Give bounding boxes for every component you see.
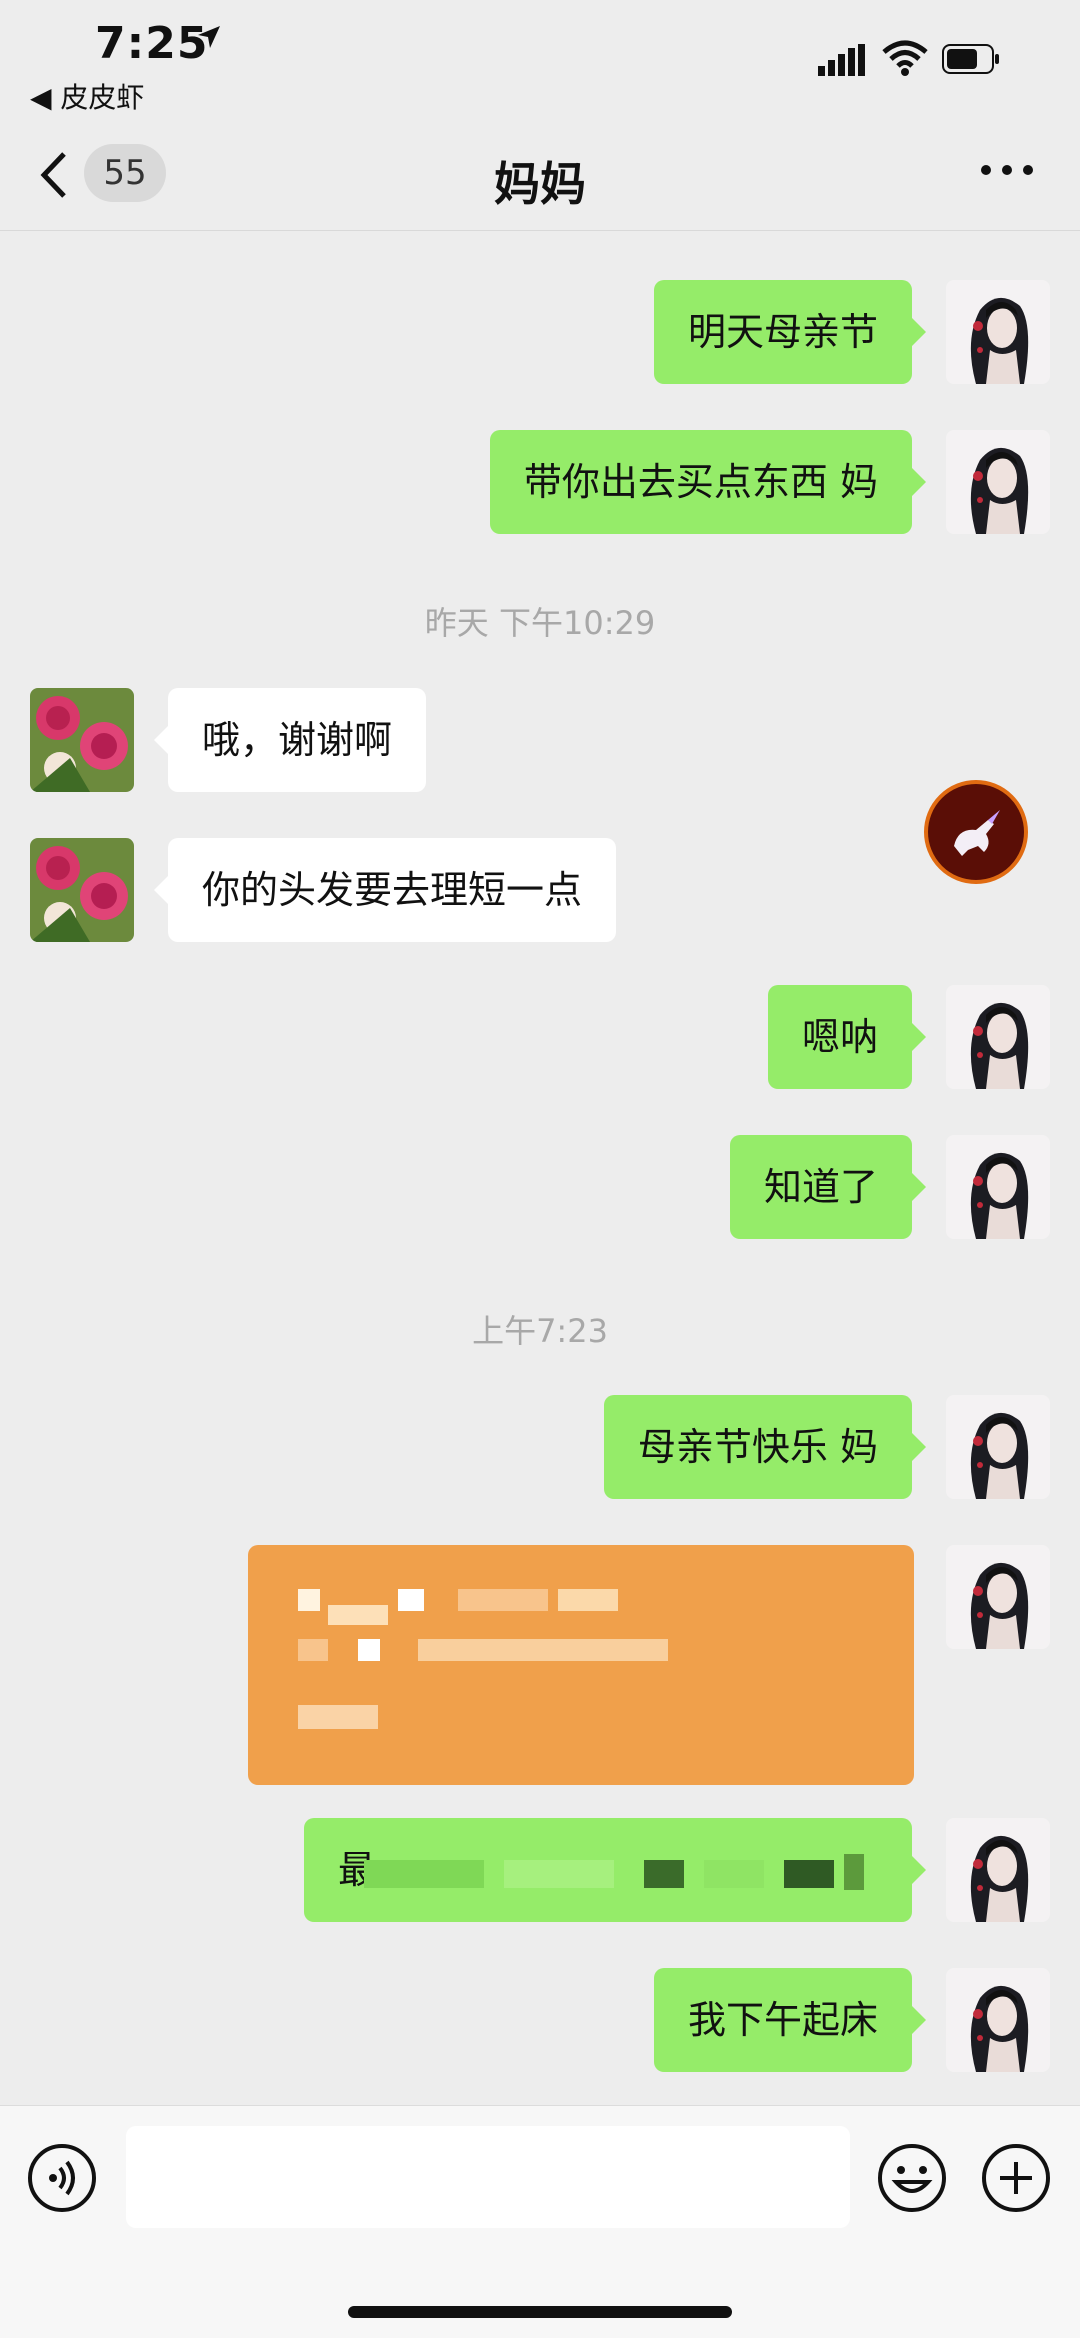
chat-input-bar — [0, 2105, 1080, 2338]
message-bubble-sent[interactable]: 带你出去买点东西 妈 — [489, 430, 927, 534]
location-arrow-icon — [198, 26, 220, 48]
message-bubble-sent[interactable]: 母亲节快乐 妈 — [603, 1395, 927, 1499]
message-bubble-sent[interactable]: 最 — [304, 1818, 926, 1922]
voice-icon[interactable] — [26, 2142, 98, 2214]
my-avatar[interactable] — [946, 280, 1050, 384]
my-avatar[interactable] — [946, 1968, 1050, 2072]
status-time: 7:25 — [95, 18, 209, 69]
status-bar: 7:25 ◀ 皮皮虾 — [0, 0, 1080, 114]
chat-timestamp: 上午7:23 — [472, 1312, 608, 1350]
wifi-icon — [882, 40, 928, 76]
home-indicator — [348, 2306, 732, 2318]
battery-icon — [942, 44, 999, 74]
unicorn-badge-icon[interactable] — [924, 780, 1028, 884]
chat-header: 55 妈妈 — [0, 110, 1080, 231]
message-input[interactable] — [126, 2126, 850, 2228]
message-bubble-sent[interactable]: 嗯呐 — [767, 985, 927, 1089]
message-bubble-sent[interactable]: 明天母亲节 — [653, 280, 927, 384]
my-avatar[interactable] — [946, 1395, 1050, 1499]
chat-timestamp: 昨天 下午10:29 — [424, 604, 656, 642]
message-bubble-sent[interactable]: 我下午起床 — [653, 1968, 927, 2072]
message-bubble-sent[interactable]: 知道了 — [729, 1135, 927, 1239]
my-avatar[interactable] — [946, 430, 1050, 534]
message-bubble-received[interactable]: 你的头发要去理短一点 — [153, 838, 617, 942]
emoji-icon[interactable] — [876, 2142, 948, 2214]
contact-avatar[interactable] — [30, 838, 134, 942]
pixelated-text — [364, 1854, 864, 1890]
cellular-signal-icon — [818, 44, 865, 76]
my-avatar[interactable] — [946, 1545, 1050, 1649]
pixelated-text — [258, 1575, 678, 1765]
my-avatar[interactable] — [946, 1135, 1050, 1239]
plus-icon[interactable] — [980, 2142, 1052, 2214]
my-avatar[interactable] — [946, 985, 1050, 1089]
contact-avatar[interactable] — [30, 688, 134, 792]
my-avatar[interactable] — [946, 1818, 1050, 1922]
more-dots-icon[interactable] — [980, 162, 1034, 178]
message-bubble-received[interactable]: 哦，谢谢啊 — [153, 688, 427, 792]
chat-title: 妈妈 — [494, 157, 586, 211]
